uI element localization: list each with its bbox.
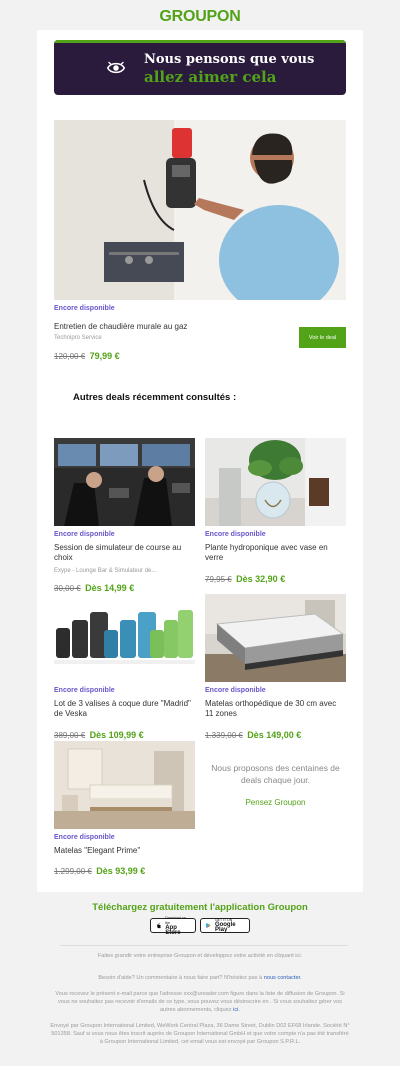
deal-new-price: Dès 109,99 € (89, 730, 144, 740)
app-download-title: Téléchargez gratuitement l'application G… (92, 902, 308, 913)
promo-text: Nous proposons des centaines de deals ch… (211, 763, 340, 785)
deal-availability: Encore disponible (54, 531, 115, 538)
deal-image-racing-simulator[interactable] (54, 438, 195, 526)
eye-icon (106, 61, 126, 74)
footer-grow-business[interactable]: Faites grandir votre entreprise Groupon … (50, 952, 350, 960)
deal-title[interactable]: Matelas "Elegant Prime" (54, 846, 195, 856)
footer-legal: Envoyé par Groupon International Limited… (50, 1023, 350, 1045)
hero-title-line2: allez aimer cela (144, 68, 277, 86)
deal-price: 1.339,00 € Dès 149,00 € (205, 725, 301, 743)
featured-old-price: 120,00 € (54, 352, 86, 361)
featured-deal-image[interactable] (54, 120, 346, 300)
deal-image-suitcases[interactable] (54, 594, 195, 682)
deal-availability: Encore disponible (205, 687, 266, 694)
deal-new-price: Dès 32,90 € (236, 574, 286, 584)
think-groupon-link[interactable]: Pensez Groupon (205, 798, 346, 807)
google-play-text: Google Play (214, 922, 236, 933)
hero-banner: Nous pensons que vous allez aimer cela (54, 40, 346, 95)
apple-icon (157, 922, 161, 929)
deal-image-elegant-mattress[interactable] (54, 741, 195, 829)
deal-title[interactable]: Matelas orthopédique de 30 cm avec 11 zo… (205, 699, 346, 719)
app-store-badge[interactable]: Download on the App Store (150, 915, 196, 936)
deal-price: 1.299,00 € Dès 93,99 € (54, 861, 145, 879)
deal-new-price: Dès 93,99 € (96, 866, 146, 876)
deal-old-price: 79,95 € (205, 575, 232, 584)
deal-availability: Encore disponible (205, 531, 266, 538)
groupon-logo[interactable]: GROUPON (0, 8, 400, 26)
featured-merchant: Technipro Service (54, 335, 102, 341)
google-play-badge[interactable]: GET IT ON Google Play (200, 918, 250, 933)
featured-price: 120,00 € 79,99 € (54, 346, 120, 364)
footer-help-text: Besoin d'aide? Un commentaire à nous fai… (98, 975, 263, 981)
app-store-text: App Store (165, 924, 181, 936)
deal-new-price: Dès 149,00 € (247, 730, 302, 740)
featured-new-price: 79,99 € (89, 351, 120, 361)
hero-title-line1: Nous pensons que vous (144, 52, 315, 67)
deal-old-price: 389,00 € (54, 731, 86, 740)
deal-old-price: 1.339,00 € (205, 731, 243, 740)
deal-price: 79,95 € Dès 32,90 € (205, 569, 285, 587)
deal-old-price: 30,00 € (54, 584, 81, 593)
manage-subscriptions-link[interactable]: ici. (233, 1007, 240, 1013)
deal-old-price: 1.299,00 € (54, 867, 92, 876)
contact-link[interactable]: nous contacter. (264, 975, 302, 981)
featured-title[interactable]: Entretien de chaudière murale au gaz (54, 322, 274, 332)
footer-notice-text: Vous recevez le présent e-mail parce que… (55, 991, 345, 1013)
deal-availability: Encore disponible (54, 687, 115, 694)
deal-merchant: Exype - Lounge Bar & Simulateur de... (54, 568, 157, 574)
deal-availability: Encore disponible (54, 834, 115, 841)
footer-divider (60, 945, 348, 946)
featured-availability: Encore disponible (54, 305, 115, 312)
deal-title[interactable]: Lot de 3 valises à coque dure "Madrid" d… (54, 699, 195, 719)
app-store-small-text: Download on the (165, 915, 186, 925)
deal-title[interactable]: Plante hydroponique avec vase en verre (205, 543, 346, 563)
hero-top-bar (54, 40, 346, 43)
footer-notice: Vous recevez le présent e-mail parce que… (50, 990, 350, 1014)
deal-image-orthopedic-mattress[interactable] (205, 594, 346, 682)
google-play-icon (206, 922, 212, 929)
email-card: Nous pensons que vous allez aimer cela E… (37, 30, 363, 892)
deal-new-price: Dès 14,99 € (85, 583, 135, 593)
recent-deals-title: Autres deals récemment consultés : (73, 392, 237, 403)
footer-help: Besoin d'aide? Un commentaire à nous fai… (50, 974, 350, 982)
deal-image-hydroponic-plant[interactable] (205, 438, 346, 526)
view-deal-button[interactable]: Voir le deal (299, 327, 346, 348)
deal-title[interactable]: Session de simulateur de course au choix (54, 543, 195, 563)
